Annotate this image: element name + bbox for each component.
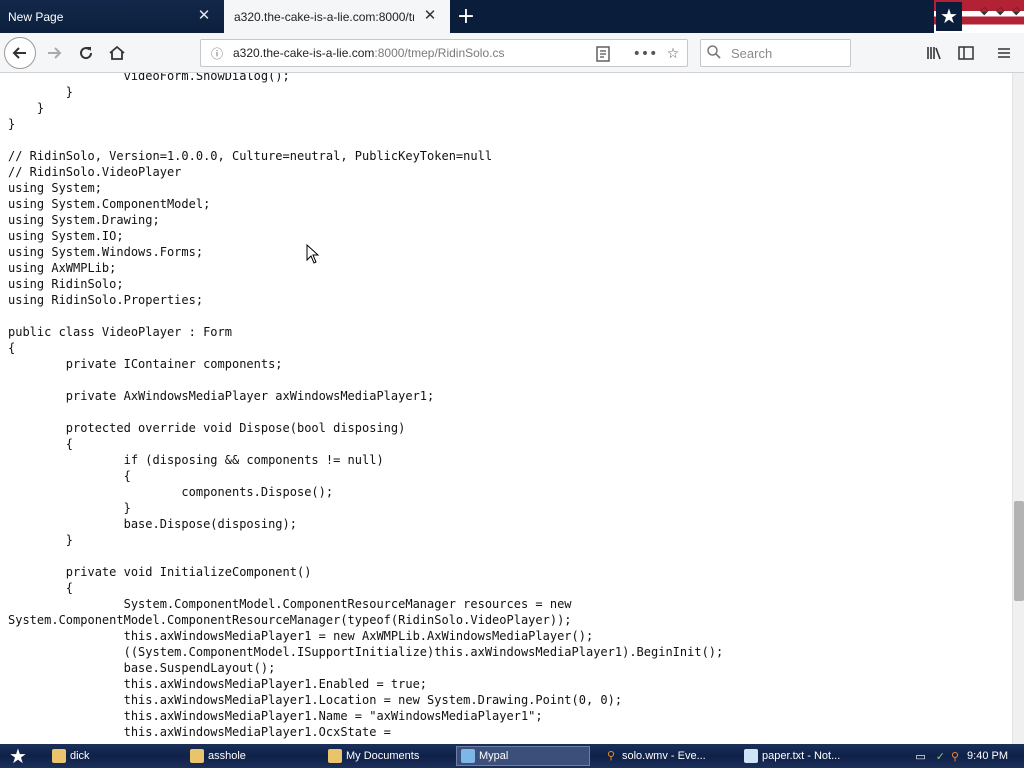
info-icon[interactable]: ⓘ	[205, 45, 229, 62]
taskbar-item-mypal[interactable]: Mypal	[456, 746, 590, 766]
search-app-icon[interactable]: ⚲	[951, 750, 959, 763]
maximize-icon[interactable]: ⬙	[996, 4, 1004, 17]
star-icon: ★	[936, 2, 962, 31]
reload-button[interactable]	[72, 39, 100, 67]
source-code: videoForm.ShowDialog(); } } } // RidinSo…	[8, 73, 724, 739]
taskbar-item-everything[interactable]: ⚲ solo.wmv - Eve...	[600, 746, 730, 766]
notepad-icon	[744, 749, 758, 763]
library-button[interactable]	[920, 39, 948, 67]
taskbar-item-label: asshole	[208, 750, 246, 762]
system-tray: ▭ ✓ ⚲ 9:40 PM	[914, 744, 1024, 768]
network-icon[interactable]: ▭	[915, 750, 925, 763]
nav-bar: ⓘ a320.the-cake-is-a-lie.com:8000/tmep/R…	[0, 33, 1024, 73]
reload-icon	[80, 47, 93, 60]
taskbar: ★ dick asshole My Documents Mypal ⚲ solo…	[0, 744, 1024, 768]
start-button[interactable]: ★	[0, 744, 36, 768]
search-app-icon: ⚲	[606, 750, 616, 762]
folder-icon	[190, 749, 204, 763]
bookmark-star-icon[interactable]: ☆	[663, 44, 683, 64]
taskbar-item-dick[interactable]: dick	[48, 746, 178, 766]
search-input[interactable]	[731, 45, 841, 61]
url-text: a320.the-cake-is-a-lie.com:8000/tmep/Rid…	[233, 46, 504, 60]
flag-decoration: ★ ⬙ ⬙ ⬙	[934, 0, 1024, 33]
taskbar-item-label: paper.txt - Not...	[762, 750, 841, 762]
search-icon	[707, 44, 731, 63]
url-bar[interactable]: ⓘ a320.the-cake-is-a-lie.com:8000/tmep/R…	[200, 39, 688, 67]
back-arrow-icon	[12, 47, 26, 59]
taskbar-item-label: Mypal	[479, 750, 509, 762]
browser-icon	[461, 749, 475, 763]
taskbar-item-label: solo.wmv - Eve...	[622, 750, 706, 762]
folder-icon	[52, 749, 66, 763]
scrollbar-thumb[interactable]	[1014, 501, 1024, 601]
url-path: :8000/tmep/RidinSolo.cs	[374, 46, 505, 60]
home-button[interactable]	[103, 39, 131, 67]
url-host: a320.the-cake-is-a-lie.com	[233, 46, 375, 60]
search-box[interactable]	[700, 39, 851, 67]
tab-title: New Page	[8, 9, 64, 24]
new-tab-button[interactable]: +	[450, 0, 482, 33]
tab-bar: New Page ✕ a320.the-cake-is-a-lie.com:80…	[0, 0, 1024, 33]
minimize-icon[interactable]: ⬙	[980, 4, 988, 17]
taskbar-item-asshole[interactable]: asshole	[186, 746, 316, 766]
library-icon	[927, 47, 941, 60]
forward-arrow-icon	[48, 47, 62, 59]
taskbar-item-notepad[interactable]: paper.txt - Not...	[740, 746, 870, 766]
menu-button[interactable]	[990, 39, 1018, 67]
taskbar-item-label: dick	[70, 750, 90, 762]
home-icon	[109, 45, 125, 60]
tab-new-page[interactable]: New Page ✕	[0, 0, 224, 33]
clock: 9:40 PM	[967, 750, 1008, 762]
sidebar-button[interactable]	[952, 39, 980, 67]
mouse-cursor-icon	[306, 244, 320, 264]
taskbar-item-label: My Documents	[346, 750, 420, 762]
taskbar-item-my-documents[interactable]: My Documents	[324, 746, 450, 766]
hamburger-menu-icon	[998, 48, 1010, 58]
close-tab-icon[interactable]: ✕	[422, 8, 438, 24]
tray-app-icon[interactable]: ✓	[936, 750, 945, 763]
folder-icon	[328, 749, 342, 763]
back-button[interactable]	[4, 37, 36, 69]
page-content[interactable]: videoForm.ShowDialog(); } } } // RidinSo…	[0, 73, 1012, 744]
more-actions-icon[interactable]: •••	[633, 44, 658, 64]
close-window-icon[interactable]: ⬙	[1012, 4, 1020, 17]
reader-view-icon[interactable]	[593, 44, 613, 64]
tab-ridinsolo[interactable]: a320.the-cake-is-a-lie.com:8000/tmep/Rid…	[224, 0, 450, 33]
forward-button[interactable]	[40, 39, 68, 67]
tab-title: a320.the-cake-is-a-lie.com:8000/tmep/Rid…	[234, 9, 414, 24]
vertical-scrollbar[interactable]	[1012, 73, 1024, 744]
sidebar-icon	[958, 46, 974, 60]
close-tab-icon[interactable]: ✕	[196, 8, 212, 24]
